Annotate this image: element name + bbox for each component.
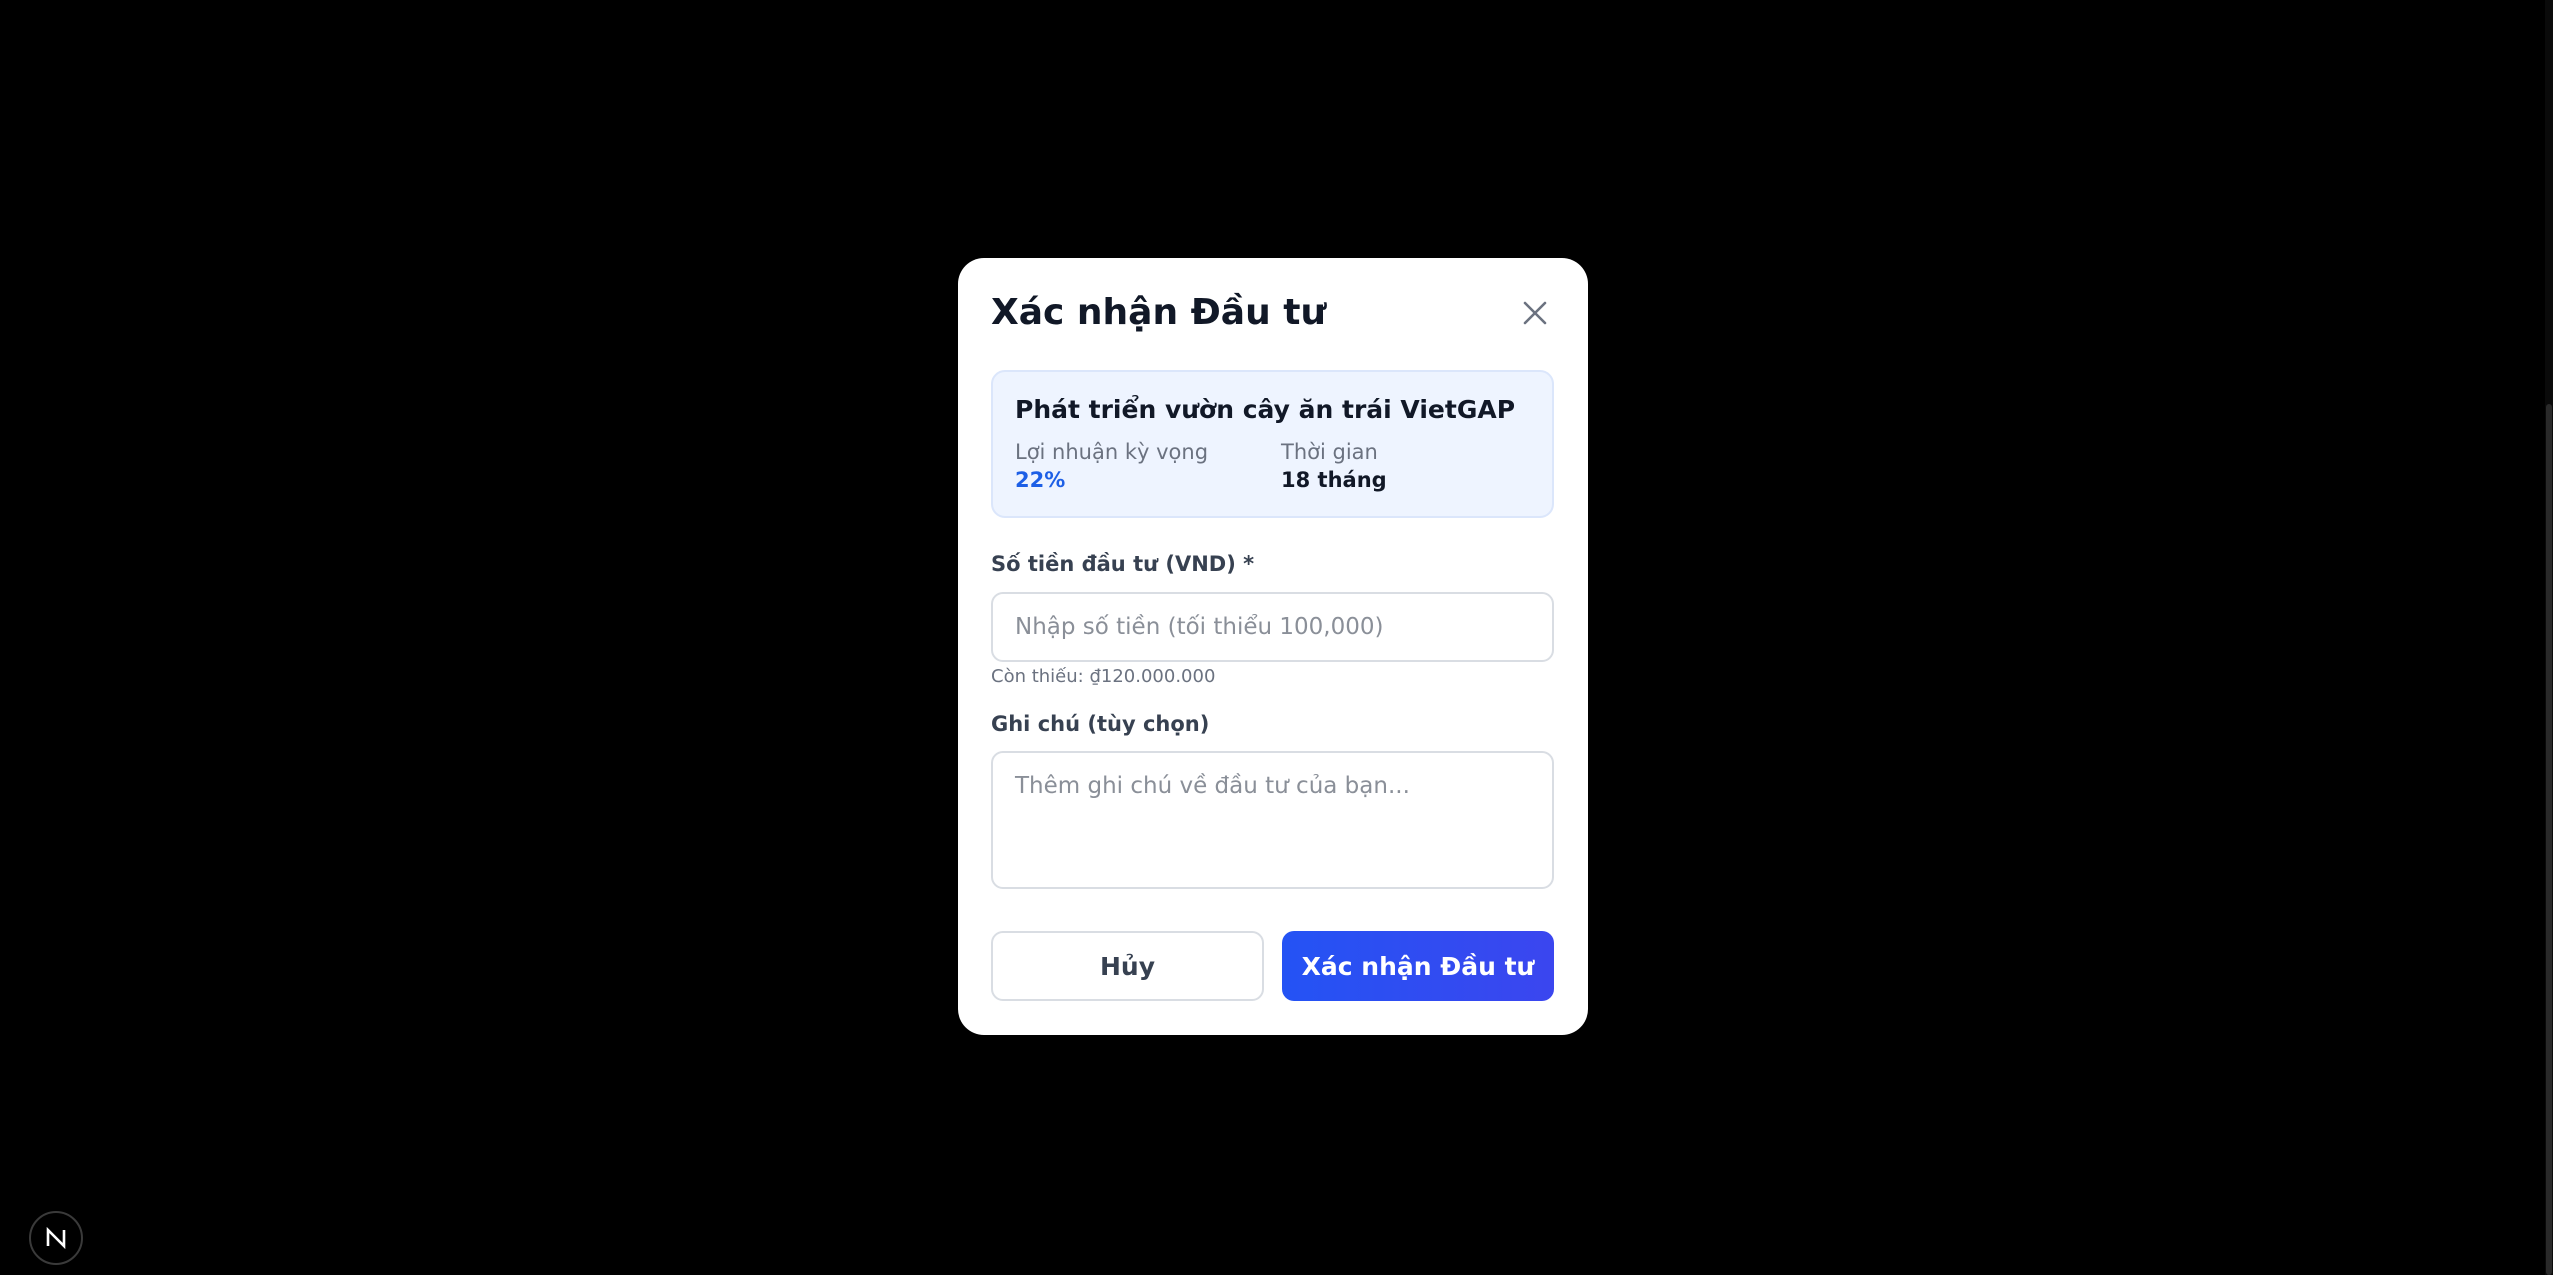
duration-label: Thời gian — [1281, 440, 1378, 464]
expected-return-label: Lợi nhuận kỳ vọng — [1015, 440, 1209, 464]
project-summary-card: Phát triển vườn cây ăn trái VietGAP Lợi … — [991, 370, 1554, 518]
close-icon — [1523, 301, 1547, 325]
duration-value: 18 tháng — [1281, 468, 1387, 492]
expected-return-block: Lợi nhuận kỳ vọng 22% — [1015, 438, 1208, 494]
close-button[interactable] — [1514, 292, 1556, 334]
nextjs-logo-icon — [46, 1226, 66, 1250]
amount-input[interactable] — [991, 592, 1554, 662]
confirm-investment-button[interactable]: Xác nhận Đầu tư — [1282, 931, 1554, 1001]
amount-label: Số tiền đầu tư (VND) * — [991, 552, 1255, 576]
note-textarea[interactable] — [991, 751, 1554, 889]
duration-block: Thời gian 18 tháng — [1281, 438, 1387, 494]
project-name: Phát triển vườn cây ăn trái VietGAP — [1015, 395, 1516, 424]
remaining-amount-hint: Còn thiếu: ₫120.000.000 — [991, 666, 1216, 687]
nextjs-dev-badge[interactable] — [29, 1211, 83, 1265]
dialog-title: Xác nhận Đầu tư — [991, 292, 1327, 333]
cancel-button[interactable]: Hủy — [991, 931, 1264, 1001]
expected-return-value: 22% — [1015, 468, 1066, 492]
investment-confirm-dialog: Xác nhận Đầu tư Phát triển vườn cây ăn t… — [958, 258, 1588, 1035]
scrollbar-thumb[interactable] — [2546, 404, 2552, 1275]
note-label: Ghi chú (tùy chọn) — [991, 712, 1210, 736]
